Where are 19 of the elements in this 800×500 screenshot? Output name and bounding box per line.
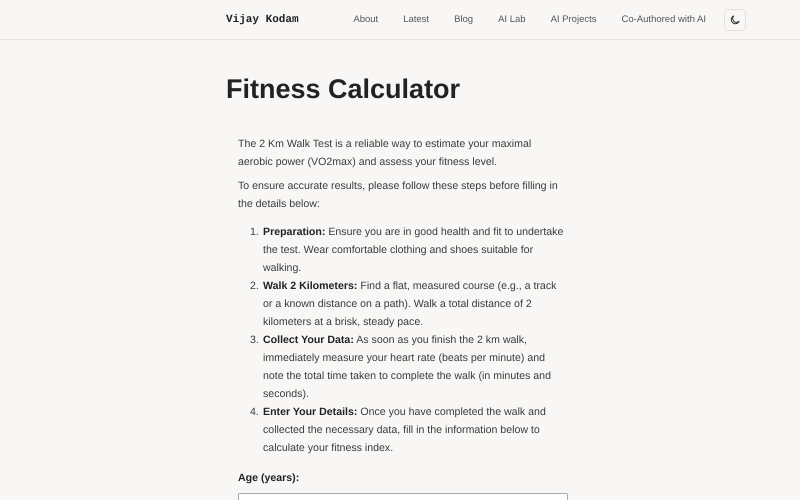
- nav-link[interactable]: Blog: [454, 14, 474, 25]
- nav-link[interactable]: AI Lab: [498, 14, 526, 25]
- step-number: 1.: [250, 225, 260, 240]
- step-number: 3.: [250, 333, 260, 348]
- step-number: 4.: [250, 405, 260, 420]
- step-text: Preparation: Ensure you are in good health and fit to undertake the test. Wear comfortable clothing and shoes suitable for walking.: [263, 225, 564, 276]
- step-text: Collect Your Data: As soon as you finish the 2 km walk, immediately measure your heart rate (beats per minute) and note the total time taken to complete the walk (in minutes and seconds).: [263, 333, 552, 402]
- step-text: Walk 2 Kilometers: Find a flat, measured course (e.g., a track or a known distance on a path). Walk a total distance of 2 kilometers at a brisk, steady pace.: [263, 279, 558, 330]
- paragraph: The 2 Km Walk Test is a reliable way to estimate your maximal aerobic power (VO2max) and assess your fitness level.: [238, 137, 532, 170]
- nav-link[interactable]: Latest: [403, 14, 430, 25]
- step-number: 2.: [250, 279, 260, 294]
- field-label: Age (years):: [238, 471, 300, 486]
- nav-link[interactable]: Co-Authored with AI: [622, 14, 706, 25]
- nav-link[interactable]: AI Projects: [550, 14, 596, 25]
- site-name[interactable]: Vijay Kodam: [226, 14, 299, 26]
- page-title: Fitness Calculator: [226, 73, 462, 106]
- step-text: Enter Your Details: Once you have completed the walk and collected the necessary data, fill in the information below to calculate your fitness index.: [263, 405, 547, 456]
- nav-link[interactable]: About: [353, 14, 378, 25]
- paragraph: To ensure accurate results, please follow these steps before filling in the details below:: [238, 179, 559, 212]
